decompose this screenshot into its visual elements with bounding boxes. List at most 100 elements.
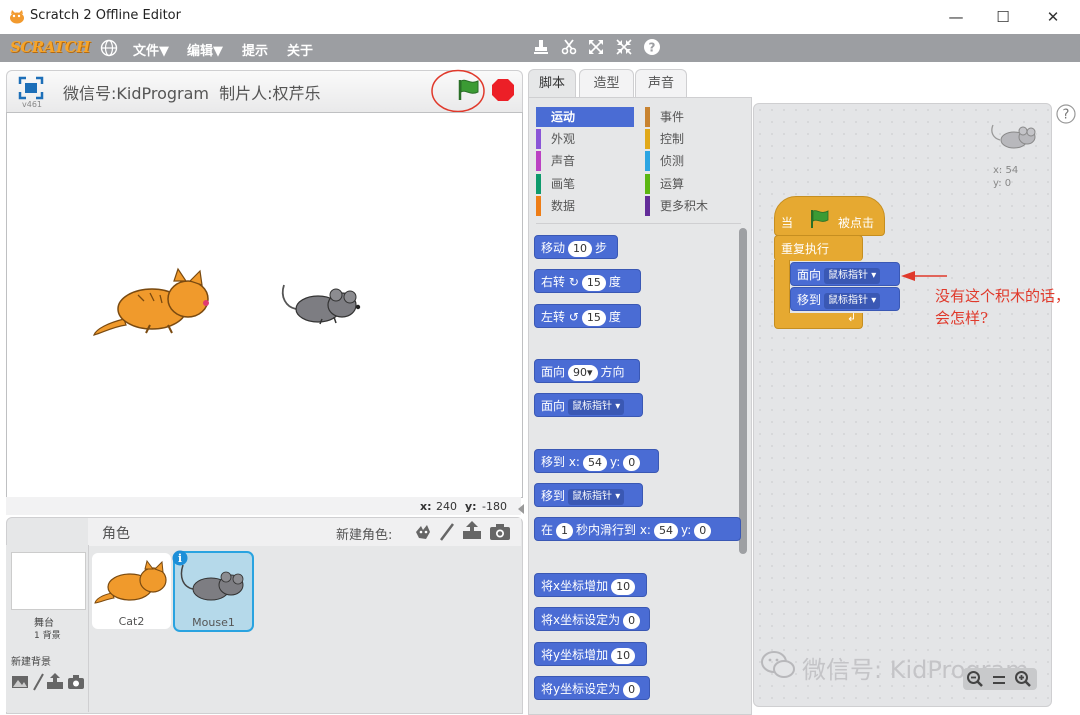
block-dropdown[interactable]: 鼠标指针 ▾ xyxy=(824,267,881,284)
block-point-direction[interactable]: 面向 90▾ 方向 xyxy=(534,359,640,383)
maximize-button[interactable]: ☐ xyxy=(990,6,1016,28)
camera-sprite-icon[interactable] xyxy=(489,523,511,541)
stage-canvas[interactable] xyxy=(6,112,523,498)
block-set-x[interactable]: 将x坐标设定为 0 xyxy=(534,607,650,631)
category-events[interactable]: 事件 xyxy=(645,107,684,127)
app-icon xyxy=(9,9,25,24)
shrink-icon[interactable] xyxy=(614,38,634,58)
block-input[interactable]: 90▾ xyxy=(568,364,598,381)
category-sensing[interactable]: 侦测 xyxy=(645,151,684,171)
zoom-reset-icon[interactable] xyxy=(991,672,1007,686)
backdrop-count: 1 背景 xyxy=(34,631,61,641)
block-input[interactable]: 0 xyxy=(623,454,641,471)
sprites-heading: 角色 xyxy=(102,526,130,542)
category-sound[interactable]: 声音 xyxy=(536,151,575,171)
block-goto-xy[interactable]: 移到 x: 54 y: 0 xyxy=(534,449,659,473)
menu-file[interactable]: 文件▼ xyxy=(133,40,169,59)
block-dropdown[interactable]: 鼠标指针 ▾ xyxy=(568,398,625,415)
block-goto[interactable]: 移到 鼠标指针 ▾ xyxy=(534,483,643,507)
block-input[interactable]: 10 xyxy=(611,578,636,595)
category-operators[interactable]: 运算 xyxy=(645,174,684,194)
block-turn-left[interactable]: 左转 ↺ 15 度 xyxy=(534,304,641,328)
sprite-library-icon[interactable] xyxy=(413,522,433,542)
block-input[interactable]: 54 xyxy=(582,454,607,471)
block-dropdown[interactable]: 鼠标指针 ▾ xyxy=(824,292,881,309)
grow-icon[interactable] xyxy=(586,38,606,58)
block-input[interactable]: 15 xyxy=(581,309,606,326)
menu-about[interactable]: 关于 xyxy=(287,40,313,59)
tab-scripts[interactable]: 脚本 xyxy=(528,69,576,99)
annotation-arrow xyxy=(901,268,949,284)
block-input[interactable]: 0 xyxy=(694,522,712,539)
block-input[interactable]: 54 xyxy=(653,522,678,539)
block-input[interactable]: 10 xyxy=(568,240,593,257)
stop-icon[interactable] xyxy=(491,78,515,102)
duplicate-stamp-icon[interactable] xyxy=(531,38,551,58)
script-area[interactable] xyxy=(753,103,1052,707)
block-input[interactable]: 10 xyxy=(611,647,636,664)
sprite-tile-cat2[interactable]: Cat2 xyxy=(92,553,171,629)
upload-sprite-icon[interactable] xyxy=(461,521,483,541)
zoom-out-icon[interactable] xyxy=(966,670,984,688)
stage-label: 舞台 xyxy=(34,618,54,629)
upload-backdrop-icon[interactable] xyxy=(46,673,64,690)
block-text: 面向 xyxy=(797,268,822,282)
sprite-name: Mouse1 xyxy=(192,616,235,629)
paint-backdrop-icon[interactable] xyxy=(32,673,44,691)
category-pen[interactable]: 画笔 xyxy=(536,174,575,194)
close-button[interactable]: ✕ xyxy=(1040,6,1066,28)
sprite-info-icon[interactable]: i xyxy=(172,550,188,566)
menu-tips[interactable]: 提示 xyxy=(242,40,268,59)
script-point-towards[interactable]: 面向 鼠标指针 ▾ xyxy=(790,262,900,286)
block-input[interactable]: 0 xyxy=(623,612,641,629)
tab-costumes[interactable]: 造型 xyxy=(579,69,634,98)
stage-thumbnail[interactable] xyxy=(11,552,86,610)
cat-sprite[interactable] xyxy=(90,265,215,337)
help-icon[interactable]: ? xyxy=(642,38,662,58)
block-dropdown[interactable]: 鼠标指针 ▾ xyxy=(568,488,625,505)
forever-arm xyxy=(774,260,790,316)
category-looks[interactable]: 外观 xyxy=(536,129,575,149)
block-change-x[interactable]: 将x坐标增加 10 xyxy=(534,573,647,597)
stage-collapse-arrow[interactable] xyxy=(516,500,526,514)
scratch-logo[interactable]: SCRATCH xyxy=(10,38,90,58)
block-input[interactable]: 0 xyxy=(623,681,641,698)
block-input[interactable]: 1 xyxy=(556,522,574,539)
tab-sounds[interactable]: 声音 xyxy=(635,69,687,98)
green-flag-icon[interactable] xyxy=(456,78,482,102)
script-annotation: 没有这个积木的话，会怎样? xyxy=(935,287,1071,327)
block-text: 移动 xyxy=(541,241,566,255)
block-input[interactable]: 15 xyxy=(581,274,606,291)
help-button[interactable]: ? xyxy=(1056,104,1076,124)
script-goto[interactable]: 移到 鼠标指针 ▾ xyxy=(790,287,900,311)
globe-icon[interactable] xyxy=(100,39,118,57)
block-set-y[interactable]: 将y坐标设定为 0 xyxy=(534,676,650,700)
menu-edit[interactable]: 编辑▼ xyxy=(187,40,223,59)
zoom-in-icon[interactable] xyxy=(1014,670,1032,688)
project-title[interactable]: 微信号:KidProgram 制片人:权芹乐 xyxy=(63,80,321,104)
block-text: 在 xyxy=(541,523,554,537)
block-point-towards[interactable]: 面向 鼠标指针 ▾ xyxy=(534,393,643,417)
fullscreen-icon[interactable] xyxy=(18,76,44,100)
camera-backdrop-icon[interactable] xyxy=(67,674,85,690)
delete-scissors-icon[interactable] xyxy=(559,38,579,58)
current-sprite-preview xyxy=(988,122,1038,152)
block-move-steps[interactable]: 移动 10 步 xyxy=(534,235,618,259)
paint-sprite-icon[interactable] xyxy=(438,522,456,542)
category-motion[interactable]: 运动 xyxy=(536,107,634,127)
category-more-blocks[interactable]: 更多积木 xyxy=(645,196,708,216)
forever-block[interactable]: 重复执行 xyxy=(774,235,863,261)
palette-scrollbar[interactable] xyxy=(739,228,747,554)
category-control[interactable]: 控制 xyxy=(645,129,684,149)
hat-when-flag-clicked[interactable]: 当 被点击 xyxy=(774,196,885,236)
block-text: 将x坐标增加 xyxy=(541,579,609,593)
backdrop-library-icon[interactable] xyxy=(11,674,29,690)
help-glyph: ? xyxy=(1063,108,1070,123)
block-change-y[interactable]: 将y坐标增加 10 xyxy=(534,642,647,666)
minimize-button[interactable]: — xyxy=(943,6,969,28)
mouse-sprite[interactable] xyxy=(278,281,364,325)
block-text: 左转 xyxy=(541,310,566,324)
block-glide[interactable]: 在 1 秒内滑行到 x: 54 y: 0 xyxy=(534,517,741,541)
category-data[interactable]: 数据 xyxy=(536,196,575,216)
block-turn-right[interactable]: 右转 ↻ 15 度 xyxy=(534,269,641,293)
